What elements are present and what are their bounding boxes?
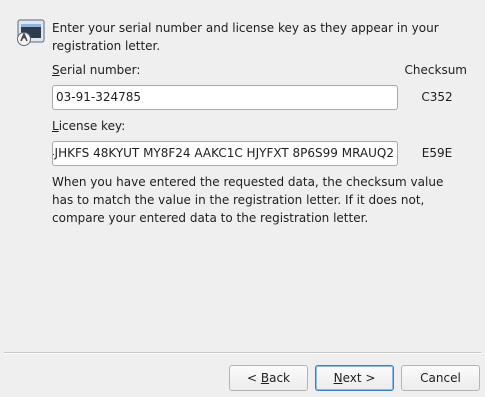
button-separator — [4, 352, 481, 354]
license-key-value: 3SN 4JHKFS 48KYUT MY8F24 AAKC1C HJYFXT 8… — [52, 146, 394, 160]
license-key-field[interactable]: 3SN 4JHKFS 48KYUT MY8F24 AAKC1C HJYFXT 8… — [52, 141, 398, 166]
license-key-label-text: icense key: — [58, 119, 126, 133]
next-button-text: ext > — [342, 371, 376, 385]
back-button-prefix: < — [246, 371, 261, 385]
serial-number-label-mnemonic: S — [52, 63, 60, 77]
license-key-label: License key: — [52, 118, 125, 134]
license-wizard-icon — [14, 17, 46, 49]
serial-number-label: Serial number: — [52, 62, 140, 78]
next-button[interactable]: Next > — [315, 365, 394, 391]
next-button-mnemonic: N — [333, 371, 343, 385]
cancel-button[interactable]: Cancel — [401, 365, 480, 391]
back-button-mnemonic: B — [260, 371, 270, 385]
intro-text: Enter your serial number and license key… — [52, 21, 439, 53]
back-button[interactable]: < Back — [229, 365, 308, 391]
serial-number-field[interactable]: 03-91-324785 — [52, 85, 398, 110]
help-text: When you have entered the requested data… — [52, 175, 444, 225]
serial-checksum: C352 — [421, 90, 453, 104]
serial-number-label-text: erial number: — [59, 63, 141, 77]
license-key-label-mnemonic: L — [52, 119, 59, 133]
license-checksum: E59E — [421, 146, 453, 160]
checksum-header: Checksum — [404, 63, 467, 77]
back-button-text: ack — [269, 371, 290, 385]
